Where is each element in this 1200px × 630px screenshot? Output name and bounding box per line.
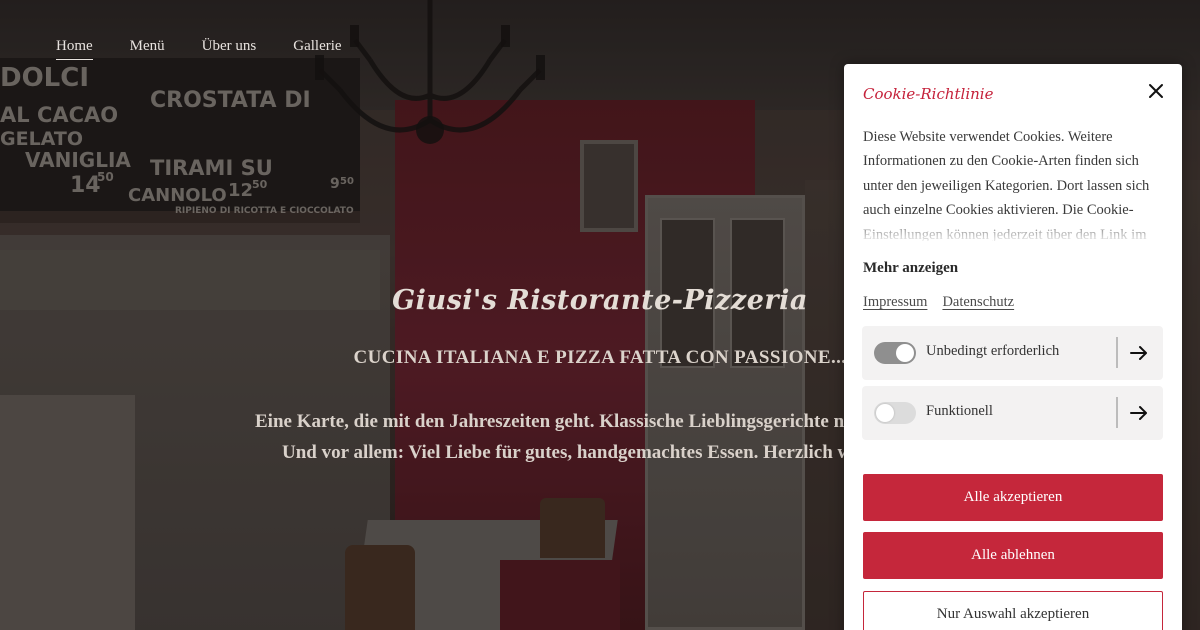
cookie-consent-panel: Cookie-Richtlinie Diese Website verwende… [844,64,1182,630]
text-fade [863,214,1163,242]
arrow-right-icon[interactable] [1128,402,1150,424]
reject-all-button[interactable]: Alle ablehnen [863,532,1163,579]
show-more-button[interactable]: Mehr anzeigen [863,260,958,277]
privacy-link[interactable]: Datenschutz [942,294,1014,311]
main-nav: Home Menü Über uns Gallerie [56,38,342,60]
category-label: Funktionell [926,403,993,419]
nav-item-menu[interactable]: Menü [130,38,165,60]
accept-selection-button[interactable]: Nur Auswahl akzeptieren [863,591,1163,630]
hero-body-line-2: Und vor allem: Viel Liebe für gutes, han… [282,442,845,463]
close-icon [1149,84,1163,98]
legal-links: Impressum Datenschutz [863,294,1014,311]
category-row-necessary: Unbedingt erforderlich [862,326,1163,380]
divider [1116,397,1118,428]
nav-item-home[interactable]: Home [56,38,93,60]
hero-body-line-1: Eine Karte, die mit den Jahreszeiten geh… [255,411,845,432]
hero-body: Eine Karte, die mit den Jahreszeiten geh… [255,406,845,468]
close-button[interactable] [1146,81,1166,101]
category-row-functional: Funktionell [862,386,1163,440]
nav-item-gallery[interactable]: Gallerie [293,38,341,60]
functional-toggle[interactable] [874,402,916,424]
nav-item-about[interactable]: Über uns [202,38,257,60]
accept-all-button[interactable]: Alle akzeptieren [863,474,1163,521]
category-label: Unbedingt erforderlich [926,343,1060,359]
arrow-right-icon[interactable] [1128,342,1150,364]
divider [1116,337,1118,368]
cookie-title: Cookie-Richtlinie [863,85,994,103]
imprint-link[interactable]: Impressum [863,294,927,311]
necessary-toggle[interactable] [874,342,916,364]
